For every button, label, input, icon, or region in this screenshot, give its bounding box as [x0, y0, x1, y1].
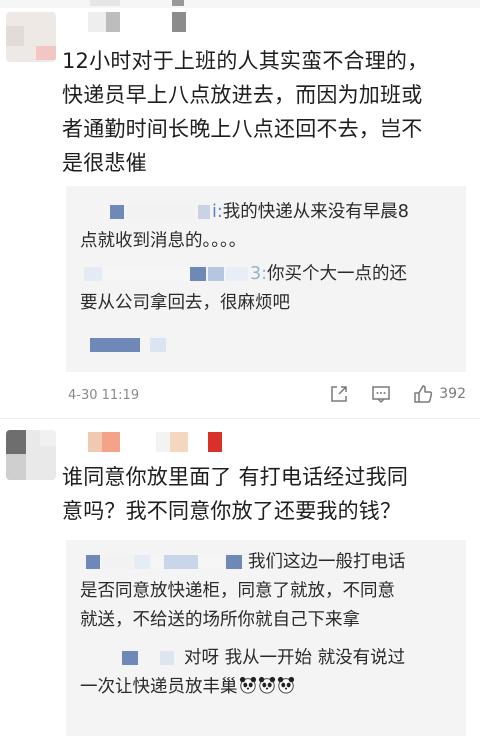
- redacted-username: [152, 555, 162, 569]
- comment-button[interactable]: [371, 384, 391, 404]
- panda-emoji-icon: [239, 676, 256, 694]
- panda-emoji-icon: [258, 676, 275, 694]
- redacted-username: [226, 555, 242, 569]
- redacted-username: [208, 267, 224, 281]
- comment-1: 12小时对于上班的人其实蛮不合理的， 快递员早上八点放进去，而因为加班或 者通勤…: [0, 0, 480, 408]
- redacted-username: [190, 267, 206, 281]
- like-icon: [414, 385, 433, 403]
- redacted-username: [84, 267, 102, 281]
- reply-item[interactable]: 对呀 我从一开始 就没有说过 一次让快递员放丰巢: [80, 644, 454, 702]
- comment-icon: [372, 386, 391, 404]
- reply-box[interactable]: i:我的快递从来没有早晨8 点就收到消息的。。。。 3:你买个大一点的还 要从公…: [66, 186, 466, 372]
- reply-item[interactable]: 3:你买个大一点的还 要从公司拿回去，很麻烦吧: [80, 260, 454, 318]
- redacted-username: [104, 267, 188, 281]
- like-count: 392: [439, 386, 466, 402]
- comment-2: 谁同意你放里面了 有打电话经过我同 意吗？我不同意你放了还要我的钱？ 我们这边一…: [0, 420, 480, 736]
- redacted-username: [200, 555, 224, 569]
- redacted-username: [160, 651, 174, 665]
- reply-item[interactable]: i:我的快递从来没有早晨8 点就收到消息的。。。。: [80, 198, 454, 256]
- redacted-username: [134, 555, 150, 569]
- timestamp: 4-30 11:19: [68, 388, 140, 403]
- redacted-username: [110, 205, 124, 219]
- divider: [0, 418, 480, 419]
- reply-box[interactable]: 我们这边一般打电话 是否同意放快递柜，同意了就放，不同意 就送，不给送的场所你就…: [66, 540, 466, 736]
- reply-item[interactable]: 我们这边一般打电话 是否同意放快递柜，同意了就放，不同意 就送，不给送的场所你就…: [80, 548, 454, 635]
- avatar[interactable]: [6, 430, 56, 480]
- more-replies-redacted[interactable]: [90, 334, 168, 352]
- redacted-username: [86, 555, 100, 569]
- redacted-username: [140, 651, 158, 665]
- panda-emoji-icon: [277, 676, 294, 694]
- redacted-username: [226, 267, 248, 281]
- redacted-username: [126, 205, 196, 219]
- share-icon: [331, 386, 348, 402]
- avatar[interactable]: [6, 12, 56, 62]
- comment-actions: 392: [329, 384, 466, 404]
- share-button[interactable]: [329, 384, 349, 404]
- redacted-username: [102, 555, 132, 569]
- redacted-username: [164, 555, 198, 569]
- redacted-username: [122, 651, 138, 665]
- redacted-username: [198, 205, 210, 219]
- like-button[interactable]: 392: [413, 384, 466, 404]
- comment-text: 谁同意你放里面了 有打电话经过我同 意吗？我不同意你放了还要我的钱？: [62, 465, 409, 523]
- comment-text: 12小时对于上班的人其实蛮不合理的， 快递员早上八点放进去，而因为加班或 者通勤…: [62, 49, 429, 175]
